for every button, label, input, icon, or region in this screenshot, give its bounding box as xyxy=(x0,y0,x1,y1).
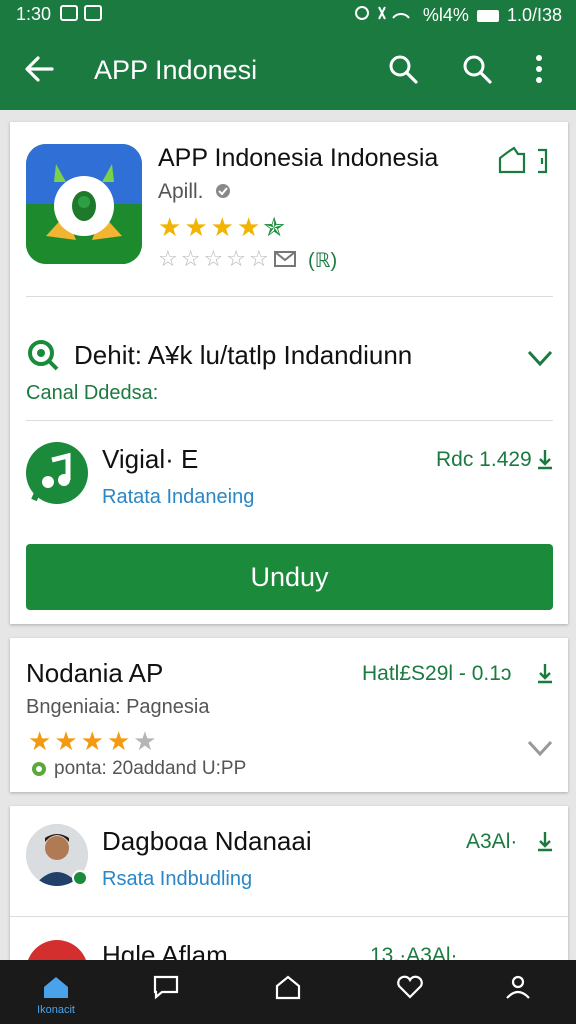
card-rating-stars: ★ ★ ★ ★ ★ xyxy=(28,728,157,754)
item-price: Rdc 1.429 xyxy=(436,448,532,471)
status-clock: 1.0/I38 xyxy=(506,5,562,25)
toolbar-title: APP Indonesi xyxy=(94,55,258,85)
section-subtitle: Canal Ddedsa: xyxy=(26,382,159,404)
music-app-icon[interactable] xyxy=(26,442,88,504)
card-price: A3Al· xyxy=(466,830,518,853)
nav-home-label: Ikonacit xyxy=(37,1004,75,1016)
divider xyxy=(26,296,553,297)
section-title: Dehit: A¥k lu/tatlp Indandiunn xyxy=(74,340,413,370)
nav-messages[interactable] xyxy=(126,960,206,1024)
notification-icons xyxy=(60,5,102,21)
star-outline-icon[interactable]: ☆ xyxy=(249,246,269,272)
star-icon: ★ xyxy=(28,726,52,756)
item-title[interactable]: Vigial· E xyxy=(102,444,198,475)
person-icon xyxy=(506,975,530,999)
nav-profile[interactable] xyxy=(478,960,558,1024)
message-icon xyxy=(153,975,179,1000)
online-status-badge xyxy=(72,870,88,886)
download-icon[interactable] xyxy=(536,662,554,684)
search-circle-icon xyxy=(28,340,59,371)
verified-icon xyxy=(216,184,230,198)
status-time: 1:30 xyxy=(16,4,52,24)
app-bar: 1:30 %l4% 1.0/I38 APP Indonesi xyxy=(0,0,576,110)
mail-icon[interactable] xyxy=(274,250,296,268)
card-meta: ponta: 20addand U:PP xyxy=(54,758,247,779)
card-title: Nodania AP xyxy=(26,658,164,688)
star-outline-icon[interactable]: ☆ xyxy=(158,246,178,272)
star-icon: ★ xyxy=(184,212,208,242)
star-icon: ★ xyxy=(210,212,234,242)
signal-icon xyxy=(354,4,415,27)
app-list-card[interactable]: Dagboɑa Ndanaai A3Al· Rsata Indbudling H… xyxy=(10,806,568,1002)
star-icon: ★ xyxy=(236,212,261,242)
search-icon[interactable] xyxy=(386,52,420,86)
app-list-card[interactable]: Nodania AP Hatl£S29l - 0.1ɔ Bngeniaia: P… xyxy=(10,638,568,792)
battery-icon xyxy=(476,9,499,22)
item-link[interactable]: Ratata Indaneing xyxy=(102,486,254,509)
status-bar: 1:30 %l4% 1.0/I38 xyxy=(0,0,576,30)
chevron-down-icon[interactable] xyxy=(526,738,554,758)
star-icon: ★ xyxy=(133,726,157,756)
rate-stars-empty[interactable]: ☆ ☆ ☆ ☆ ☆ xyxy=(158,246,269,272)
star-icon: ★ xyxy=(158,212,182,242)
star-icon: ★ xyxy=(106,726,131,756)
gear-icon xyxy=(32,762,46,776)
nav-home-outline[interactable] xyxy=(248,960,328,1024)
star-outline-icon[interactable]: ☆ xyxy=(181,246,201,272)
search-icon-2[interactable] xyxy=(460,52,494,86)
mail-icon xyxy=(84,5,102,21)
toolbar: APP Indonesi xyxy=(0,30,576,110)
bottom-navigation: Ikonacit xyxy=(0,960,576,1024)
star-icon: ★ xyxy=(54,726,78,756)
star-outline-icon[interactable]: ☆ xyxy=(203,246,223,272)
heart-icon xyxy=(397,975,423,999)
home-icon xyxy=(44,977,68,998)
app-developer: Apill. xyxy=(158,180,204,203)
app-rating-stars: ★ ★ ★ ★ ✯ xyxy=(158,214,285,240)
app-icon[interactable] xyxy=(26,144,142,264)
nav-favorites[interactable] xyxy=(370,960,450,1024)
star-icon: ★ xyxy=(80,726,104,756)
status-right: %l4% 1.0/I38 xyxy=(354,4,562,27)
install-button[interactable]: Unduy xyxy=(26,544,553,610)
app-name: APP Indonesia Indonesia xyxy=(158,144,439,172)
notification-icon xyxy=(60,5,78,21)
divider xyxy=(10,916,568,917)
house-icon xyxy=(275,975,301,1000)
chevron-down-icon[interactable] xyxy=(526,348,554,368)
star-outline-icon[interactable]: ☆ xyxy=(226,246,246,272)
app-detail-card: APP Indonesia Indonesia Apill. ★ ★ ★ ★ ✯… xyxy=(10,122,568,624)
rating-count: (ℝ) xyxy=(308,250,338,272)
back-arrow-icon[interactable] xyxy=(22,52,56,86)
download-icon[interactable] xyxy=(536,448,554,470)
card-price: Hatl£S29l - 0.1ɔ xyxy=(362,662,512,685)
nav-home[interactable]: Ikonacit xyxy=(16,960,96,1024)
more-vert-icon[interactable] xyxy=(522,52,556,86)
card-title: Dagboɑa Ndanaai xyxy=(102,826,312,856)
card-link[interactable]: Rsata Indbudling xyxy=(102,868,252,891)
install-badge-icon[interactable] xyxy=(496,146,556,176)
star-half-icon: ✯ xyxy=(263,212,286,242)
card-subtitle: Bngeniaia: Pagnesia xyxy=(26,696,210,718)
divider xyxy=(26,420,553,421)
download-icon[interactable] xyxy=(536,830,554,852)
status-percent: %l4% xyxy=(422,5,469,25)
